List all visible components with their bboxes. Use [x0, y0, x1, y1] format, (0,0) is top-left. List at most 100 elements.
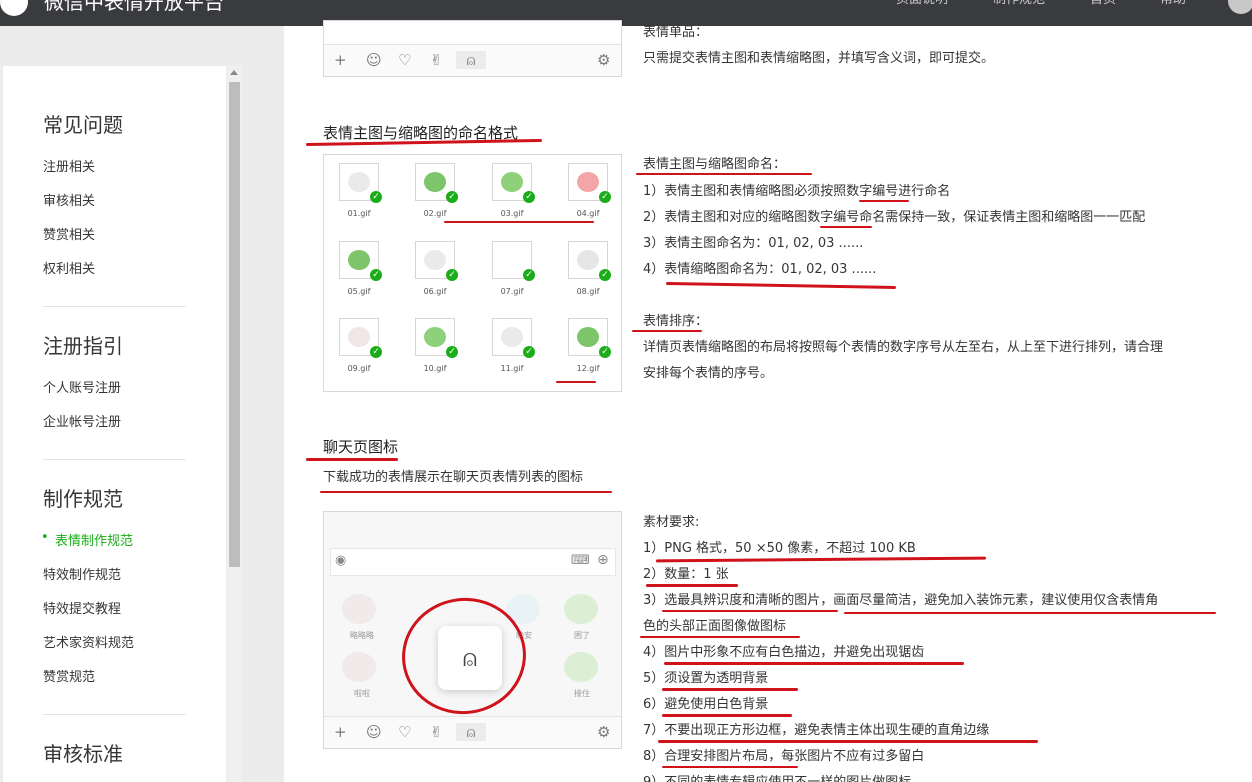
site-title[interactable]: 微信中表情开放平台	[44, 0, 224, 14]
sticker-label: 略略略	[350, 631, 374, 640]
file-name: 03.gif	[500, 209, 524, 218]
sidebar-group-faq[interactable]: 常见问题	[43, 109, 123, 138]
order-label: 表情排序：	[643, 314, 709, 329]
sidebar-item-review-related[interactable]: 审核相关	[43, 190, 95, 209]
naming-rules-label: 表情主图与缩略图命名：	[643, 157, 787, 172]
logo-icon[interactable]	[0, 0, 28, 16]
sticker-panel-preview: + ☺ ♡ ✌ ⍝ ⚙	[323, 20, 622, 77]
naming-rule-3: 3）表情主图命名为：01, 02, 03 ......	[643, 236, 864, 251]
file-name: 09.gif	[347, 364, 371, 373]
heart-icon: ♡	[398, 723, 412, 741]
annotation-underline	[640, 636, 800, 638]
gear-icon: ⚙	[597, 51, 611, 69]
req-3-cont: 色的头部正面图像做图标	[643, 619, 787, 634]
nav-item-1[interactable]: 页面说明	[896, 0, 948, 8]
nav-item-2[interactable]: 制作规范	[993, 0, 1045, 8]
annotation-underline	[632, 330, 702, 332]
check-icon: ✓	[599, 346, 611, 358]
gif-thumb: ✓ 03.gif	[481, 157, 557, 227]
check-icon: ✓	[523, 346, 535, 358]
annotation-underline	[646, 584, 738, 587]
annotation-underline	[320, 491, 612, 493]
order-desc-1: 详情页表情缩略图的布局将按照每个表情的数字序号从左至右，从上至下进行排列，请合理	[643, 340, 1164, 355]
sidebar-group-register-guide[interactable]: 注册指引	[43, 330, 123, 359]
check-icon: ✓	[446, 191, 458, 203]
sidebar-group-production-spec[interactable]: 制作规范	[43, 483, 123, 512]
chat-panel-preview: ◉ ⌨ ⊕ 略略略 晚安 困了 啦啦 接住 ⍝ + ☺ ♡ ✌ ⍝ ⚙	[323, 511, 622, 749]
gif-thumb: ✓ 01.gif	[328, 157, 404, 227]
add-icon: +	[334, 723, 347, 741]
sidebar-group-review-standard[interactable]: 审核标准	[43, 738, 123, 767]
sidebar-item-personal-register[interactable]: 个人账号注册	[43, 377, 121, 396]
naming-rule-1: 1）表情主图和表情缩略图必须按照数字编号进行命名	[643, 184, 951, 199]
file-name: 07.gif	[500, 287, 524, 296]
file-name: 02.gif	[423, 209, 447, 218]
req-5: 5）须设置为透明背景	[643, 671, 769, 686]
gif-thumb: ✓ 09.gif	[328, 312, 404, 382]
check-icon: ✓	[446, 346, 458, 358]
req-label: 素材要求:	[643, 515, 700, 530]
check-icon: ✓	[370, 346, 382, 358]
check-icon: ✓	[523, 269, 535, 281]
hand-icon: ✌	[430, 723, 443, 741]
sidebar-item-rights-related[interactable]: 权利相关	[43, 258, 95, 277]
sticker-label: 困了	[574, 631, 590, 640]
plus-icon: ⊕	[597, 552, 609, 568]
gif-thumb: ✓ 04.gif	[557, 157, 633, 227]
sidebar-divider	[43, 459, 186, 460]
heart-icon: ♡	[398, 51, 412, 69]
scroll-up-arrow-icon[interactable]	[230, 70, 238, 75]
nav-item-4[interactable]: 帮助	[1160, 0, 1186, 8]
smiley-icon: ☺	[366, 51, 382, 69]
sidebar-item-effect-tutorial[interactable]: 特效提交教程	[43, 598, 121, 617]
check-icon: ✓	[523, 191, 535, 203]
nav-item-3[interactable]: 首页	[1090, 0, 1116, 8]
check-icon: ✓	[599, 269, 611, 281]
sidebar-divider	[43, 714, 186, 715]
sidebar-item-sticker-spec[interactable]: 表情制作规范	[41, 530, 133, 549]
file-name: 10.gif	[423, 364, 447, 373]
check-icon: ✓	[446, 269, 458, 281]
annotation-underline	[820, 226, 872, 228]
naming-grid-preview: ✓ 01.gif ✓ 02.gif ✓ 03.gif ✓ 04.gif ✓ 05.gif …	[323, 154, 622, 392]
annotation-underline	[658, 740, 1038, 743]
chat-input-bar: ◉ ⌨ ⊕	[330, 548, 616, 576]
gear-icon: ⚙	[597, 723, 611, 741]
annotation-underline	[662, 714, 792, 717]
sidebar-item-artist-spec[interactable]: 艺术家资料规范	[43, 632, 134, 651]
sidebar-scrollbar[interactable]	[227, 66, 242, 782]
check-icon: ✓	[370, 269, 382, 281]
naming-rule-2: 2）表情主图和对应的缩略图数字编号命名需保持一致，保证表情主图和缩略图一一匹配	[643, 210, 1146, 225]
order-desc-2: 安排每个表情的序号。	[643, 366, 774, 381]
gif-thumb: ✓ 08.gif	[557, 235, 633, 305]
annotation-underline	[636, 173, 812, 175]
sidebar-divider	[43, 306, 186, 307]
annotation-underline	[664, 662, 964, 665]
sticker-toolbar: + ☺ ♡ ✌ ⍝ ⚙	[324, 716, 621, 748]
sticker-toolbar: + ☺ ♡ ✌ ⍝ ⚙	[324, 44, 621, 76]
sticker-pack-icon: ⍝	[456, 723, 486, 741]
avatar[interactable]	[1228, 0, 1252, 14]
gif-thumb: ✓ 11.gif	[481, 312, 557, 382]
sticker-label: 啦啦	[354, 689, 370, 698]
req-2: 2）数量：1 张	[643, 567, 729, 582]
annotation-underline	[444, 221, 594, 223]
chat-icon-subtitle: 下载成功的表情展示在聊天页表情列表的图标	[323, 470, 584, 485]
chat-icon-heading: 聊天页图标	[323, 438, 399, 456]
hand-icon: ✌	[430, 51, 443, 69]
sidebar-item-reward-related[interactable]: 赞赏相关	[43, 224, 95, 243]
sidebar-item-company-register[interactable]: 企业帐号注册	[43, 411, 121, 430]
gif-thumb: ✓ 05.gif	[328, 235, 404, 305]
sticker-label: 接住	[574, 689, 590, 698]
naming-rule-4: 4）表情缩略图命名为：01, 02, 03 ......	[643, 262, 877, 277]
file-name: 04.gif	[576, 209, 600, 218]
sidebar-item-register-related[interactable]: 注册相关	[43, 156, 95, 175]
sidebar-item-effect-spec[interactable]: 特效制作规范	[43, 564, 121, 583]
annotation-underline	[662, 688, 798, 691]
sidebar-item-reward-spec[interactable]: 赞赏规范	[43, 666, 95, 685]
check-icon: ✓	[599, 191, 611, 203]
req-6: 6）避免使用白色背景	[643, 697, 769, 712]
file-name: 08.gif	[576, 287, 600, 296]
voice-icon: ◉	[335, 553, 347, 568]
scrollbar-thumb[interactable]	[229, 82, 240, 567]
